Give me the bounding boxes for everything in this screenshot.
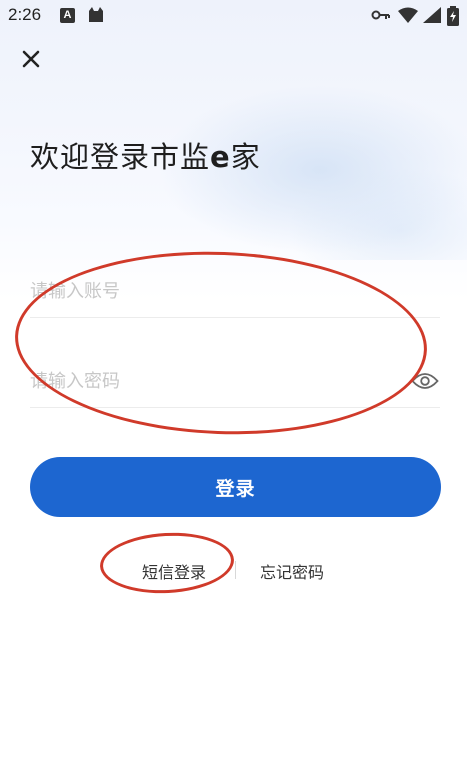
close-icon [22, 50, 40, 68]
password-input[interactable] [30, 363, 400, 399]
sms-login-link[interactable]: 短信登录 [142, 559, 206, 583]
vpn-key-icon [371, 10, 390, 20]
password-field [30, 355, 440, 408]
title-bold: e [210, 140, 231, 174]
page-title: 欢迎登录市监e家 [30, 134, 261, 176]
account-field [30, 265, 440, 318]
background-glow [0, 0, 467, 260]
cat-icon [89, 7, 103, 22]
title-suffix: 家 [230, 140, 261, 174]
title-prefix: 欢迎登录市监 [30, 140, 211, 174]
wifi-icon [398, 7, 418, 23]
login-button[interactable]: 登录 [30, 457, 441, 517]
status-bar: 2:26 A [0, 0, 467, 34]
status-time: 2:26 [8, 5, 42, 24]
links-divider [235, 561, 236, 579]
account-input[interactable] [30, 273, 400, 309]
signal-icon [423, 7, 441, 23]
system-icons [371, 6, 463, 26]
eye-icon [411, 373, 439, 389]
password-visibility-toggle[interactable] [410, 367, 440, 395]
battery-icon [447, 6, 459, 26]
a-box-letter: A [63, 9, 72, 21]
close-button[interactable] [14, 42, 48, 76]
forgot-password-link[interactable]: 忘记密码 [260, 559, 324, 583]
a-box-icon: A [60, 8, 75, 23]
secondary-links: 短信登录 忘记密码 [0, 555, 467, 585]
